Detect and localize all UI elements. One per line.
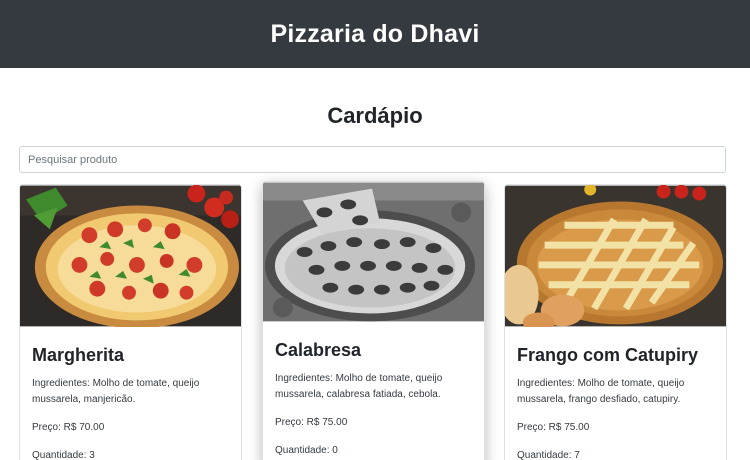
product-card-frango-catupiry[interactable]: Frango com Catupiry Ingredientes: Molho …	[504, 184, 727, 460]
product-quantity: Quantidade: 0	[275, 445, 338, 456]
page-title: Cardápio	[327, 103, 423, 128]
pizza-margherita-photo	[20, 185, 241, 327]
product-name: Margherita	[32, 345, 125, 365]
product-ingredients: Ingredientes: Molho de tomate, queijo mu…	[275, 373, 443, 400]
product-name: Frango com Catupiry	[517, 345, 699, 365]
product-price: Preço: R$ 75.00	[275, 417, 348, 428]
product-card-margherita[interactable]: Margherita Ingredientes: Molho de tomate…	[19, 184, 242, 460]
product-price: Preço: R$ 75.00	[517, 422, 590, 433]
product-quantity: Quantidade: 7	[517, 450, 580, 460]
product-name: Calabresa	[275, 340, 362, 360]
product-price: Preço: R$ 70.00	[32, 422, 105, 433]
product-ingredients: Ingredientes: Molho de tomate, queijo mu…	[517, 378, 685, 405]
pizza-calabresa-photo-grayscale	[263, 182, 484, 322]
search-input[interactable]	[19, 146, 726, 173]
product-quantity: Quantidade: 3	[32, 450, 95, 460]
product-ingredients: Ingredientes: Molho de tomate, queijo mu…	[32, 378, 200, 405]
brand-title: Pizzaria do Dhavi	[270, 19, 480, 48]
product-card-calabresa[interactable]: Calabresa Ingredientes: Molho de tomate,…	[262, 181, 485, 460]
pizza-frango-catupiry-photo	[505, 185, 726, 327]
top-navbar: Pizzaria do Dhavi	[0, 0, 750, 68]
